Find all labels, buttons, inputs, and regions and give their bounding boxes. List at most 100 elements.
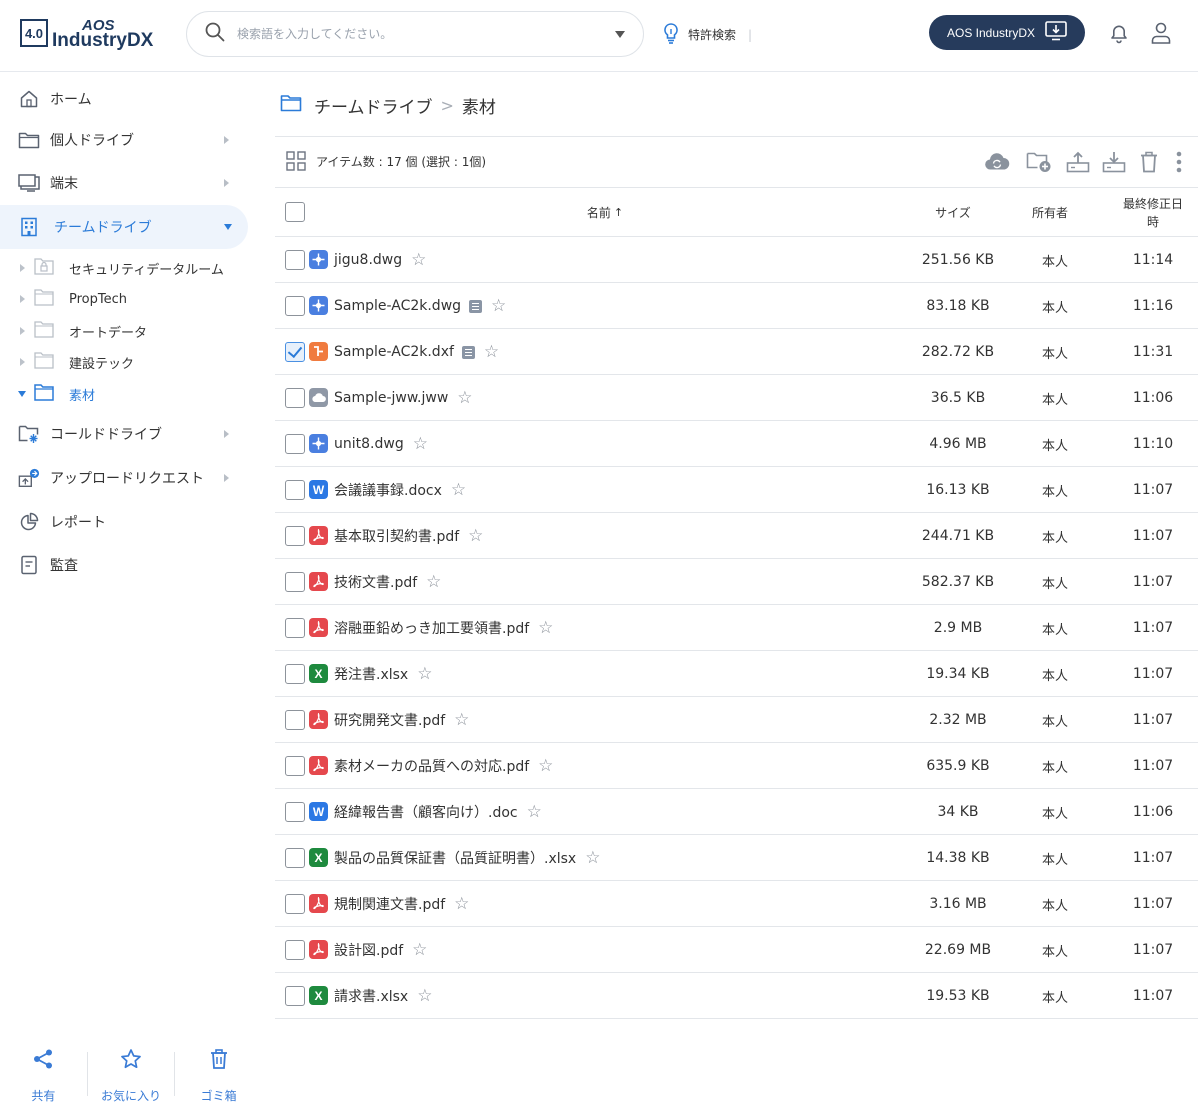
favorite-star-icon[interactable]: ☆ bbox=[412, 941, 427, 959]
expand-arrow-icon[interactable] bbox=[20, 327, 25, 335]
file-name[interactable]: 溶融亜鉛めっき加工要領書.pdf bbox=[334, 618, 529, 638]
file-name[interactable]: Sample-AC2k.dwg bbox=[334, 298, 461, 314]
sidebar-subitem-auto-data[interactable]: オートデータ bbox=[0, 317, 248, 345]
favorite-star-icon[interactable]: ☆ bbox=[417, 987, 432, 1005]
sidebar-subitem-materials[interactable]: 素材 bbox=[0, 380, 248, 408]
file-name[interactable]: 規制関連文書.pdf bbox=[334, 894, 445, 914]
favorite-star-icon[interactable]: ☆ bbox=[491, 297, 506, 315]
expand-arrow-icon[interactable] bbox=[20, 295, 25, 303]
column-header-owner[interactable]: 所有者 bbox=[1020, 188, 1080, 238]
sidebar-item-home[interactable]: ホーム bbox=[0, 79, 248, 119]
favorite-star-icon[interactable]: ☆ bbox=[426, 573, 441, 591]
sidebar-item-cold-drive[interactable]: コールドドライブ bbox=[0, 414, 248, 454]
favorite-star-icon[interactable]: ☆ bbox=[454, 711, 469, 729]
grid-view-icon[interactable] bbox=[286, 151, 306, 175]
table-row[interactable]: X 製品の品質保証書（品質証明書）.xlsx ☆ 14.38 KB 本人 11:07 bbox=[275, 835, 1198, 881]
patent-search-link[interactable]: 特許検索 | bbox=[662, 22, 752, 47]
row-checkbox[interactable] bbox=[285, 710, 305, 730]
table-row[interactable]: W 経緯報告書（顧客向け）.doc ☆ 34 KB 本人 11:06 bbox=[275, 789, 1198, 835]
table-row[interactable]: jigu8.dwg ☆ 251.56 KB 本人 11:14 bbox=[275, 237, 1198, 283]
row-checkbox[interactable] bbox=[285, 848, 305, 868]
expand-arrow-icon[interactable] bbox=[20, 358, 25, 366]
row-checkbox[interactable] bbox=[285, 802, 305, 822]
delete-icon[interactable] bbox=[1136, 149, 1162, 175]
new-folder-icon[interactable] bbox=[1026, 149, 1052, 175]
file-name[interactable]: 設計図.pdf bbox=[334, 940, 403, 960]
row-checkbox[interactable] bbox=[285, 250, 305, 270]
user-account-icon[interactable] bbox=[1150, 21, 1172, 49]
expand-arrow-icon[interactable] bbox=[224, 179, 229, 187]
sidebar-subitem-proptech[interactable]: PropTech bbox=[0, 285, 248, 313]
row-checkbox[interactable] bbox=[285, 572, 305, 592]
row-checkbox[interactable] bbox=[285, 388, 305, 408]
table-row[interactable]: Sample-AC2k.dwg ☆ 83.18 KB 本人 11:16 bbox=[275, 283, 1198, 329]
table-row[interactable]: 素材メーカの品質への対応.pdf ☆ 635.9 KB 本人 11:07 bbox=[275, 743, 1198, 789]
sidebar-subitem-construction-tech[interactable]: 建設テック bbox=[0, 348, 248, 376]
favorite-star-icon[interactable]: ☆ bbox=[538, 619, 553, 637]
sidebar-item-reports[interactable]: レポート bbox=[0, 502, 248, 542]
sidebar-item-upload-request[interactable]: アップロードリクエスト bbox=[0, 458, 248, 498]
table-row[interactable]: X 請求書.xlsx ☆ 19.53 KB 本人 11:07 bbox=[275, 973, 1198, 1019]
file-name[interactable]: jigu8.dwg bbox=[334, 252, 402, 268]
sidebar-item-audit[interactable]: 監査 bbox=[0, 545, 248, 585]
app-logo[interactable]: 4.0 AOS IndustryDX bbox=[20, 15, 153, 51]
table-row[interactable]: 溶融亜鉛めっき加工要領書.pdf ☆ 2.9 MB 本人 11:07 bbox=[275, 605, 1198, 651]
table-row[interactable]: Sample-AC2k.dxf ☆ 282.72 KB 本人 11:31 bbox=[275, 329, 1198, 375]
trash-button[interactable]: ゴミ箱 bbox=[175, 1040, 262, 1108]
search-input[interactable] bbox=[237, 27, 607, 41]
file-name[interactable]: unit8.dwg bbox=[334, 436, 404, 452]
expand-arrow-icon[interactable] bbox=[20, 264, 25, 272]
favorite-star-icon[interactable]: ☆ bbox=[468, 527, 483, 545]
column-header-modified[interactable]: 最終修正日 時 bbox=[1113, 188, 1193, 238]
row-checkbox[interactable] bbox=[285, 940, 305, 960]
table-row[interactable]: Sample-jww.jww ☆ 36.5 KB 本人 11:06 bbox=[275, 375, 1198, 421]
favorite-star-icon[interactable]: ☆ bbox=[411, 251, 426, 269]
aos-industrydx-button[interactable]: AOS IndustryDX bbox=[929, 15, 1085, 50]
row-checkbox[interactable] bbox=[285, 526, 305, 546]
favorite-star-icon[interactable]: ☆ bbox=[413, 435, 428, 453]
sidebar-subitem-security-data-room[interactable]: セキュリティデータルーム bbox=[0, 254, 248, 282]
upload-icon[interactable] bbox=[1065, 149, 1091, 175]
download-icon[interactable] bbox=[1101, 149, 1127, 175]
file-name[interactable]: Sample-jww.jww bbox=[334, 390, 448, 406]
table-row[interactable]: 規制関連文書.pdf ☆ 3.16 MB 本人 11:07 bbox=[275, 881, 1198, 927]
favorite-star-icon[interactable]: ☆ bbox=[538, 757, 553, 775]
share-button[interactable]: 共有 bbox=[0, 1040, 87, 1108]
expand-arrow-icon[interactable] bbox=[224, 430, 229, 438]
search-bar[interactable] bbox=[186, 11, 644, 57]
collapse-arrow-icon[interactable] bbox=[18, 391, 26, 397]
row-checkbox[interactable] bbox=[285, 986, 305, 1006]
file-name[interactable]: 請求書.xlsx bbox=[334, 986, 408, 1006]
row-checkbox[interactable] bbox=[285, 618, 305, 638]
note-icon[interactable] bbox=[469, 299, 483, 313]
file-name[interactable]: 会議議事録.docx bbox=[334, 480, 442, 500]
table-row[interactable]: 技術文書.pdf ☆ 582.37 KB 本人 11:07 bbox=[275, 559, 1198, 605]
row-checkbox[interactable] bbox=[285, 480, 305, 500]
select-all-checkbox[interactable] bbox=[285, 202, 305, 222]
note-icon[interactable] bbox=[461, 345, 475, 359]
row-checkbox[interactable] bbox=[285, 434, 305, 454]
table-row[interactable]: X 発注書.xlsx ☆ 19.34 KB 本人 11:07 bbox=[275, 651, 1198, 697]
table-row[interactable]: unit8.dwg ☆ 4.96 MB 本人 11:10 bbox=[275, 421, 1198, 467]
column-header-name[interactable]: 名前 ↑ bbox=[575, 188, 635, 238]
favorite-star-icon[interactable]: ☆ bbox=[454, 895, 469, 913]
column-header-size[interactable]: サイズ bbox=[921, 188, 985, 238]
sidebar-item-team-drive[interactable]: チームドライブ bbox=[0, 205, 248, 249]
file-name[interactable]: 技術文書.pdf bbox=[334, 572, 417, 592]
favorite-star-icon[interactable]: ☆ bbox=[527, 803, 542, 821]
collapse-arrow-icon[interactable] bbox=[224, 224, 232, 230]
row-checkbox[interactable] bbox=[285, 342, 305, 362]
row-checkbox[interactable] bbox=[285, 664, 305, 684]
file-name[interactable]: 製品の品質保証書（品質証明書）.xlsx bbox=[334, 848, 576, 868]
favorite-star-icon[interactable]: ☆ bbox=[457, 389, 472, 407]
file-name[interactable]: 経緯報告書（顧客向け）.doc bbox=[334, 802, 518, 822]
table-row[interactable]: 研究開発文書.pdf ☆ 2.32 MB 本人 11:07 bbox=[275, 697, 1198, 743]
more-options-icon[interactable] bbox=[1166, 149, 1192, 175]
notification-bell-icon[interactable] bbox=[1108, 22, 1130, 48]
favorite-star-icon[interactable]: ☆ bbox=[484, 343, 499, 361]
sidebar-item-personal-drive[interactable]: 個人ドライブ bbox=[0, 120, 248, 160]
table-row[interactable]: W 会議議事録.docx ☆ 16.13 KB 本人 11:07 bbox=[275, 467, 1198, 513]
table-row[interactable]: 基本取引契約書.pdf ☆ 244.71 KB 本人 11:07 bbox=[275, 513, 1198, 559]
row-checkbox[interactable] bbox=[285, 894, 305, 914]
favorite-star-icon[interactable]: ☆ bbox=[585, 849, 600, 867]
